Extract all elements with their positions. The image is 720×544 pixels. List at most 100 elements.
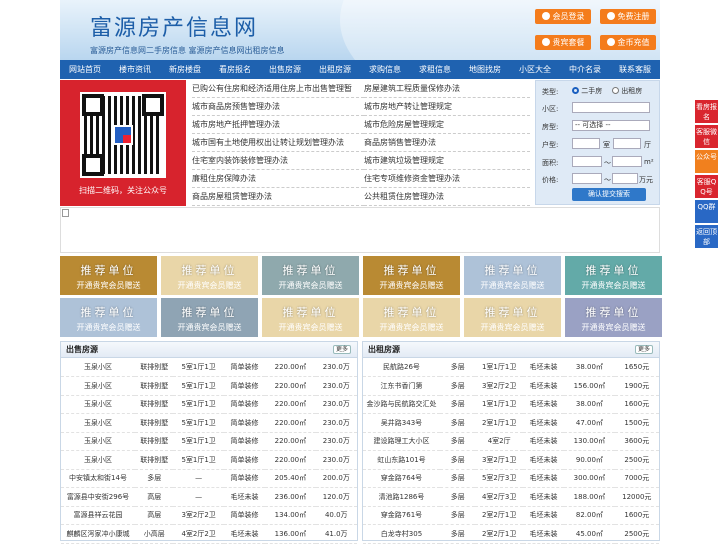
table-row[interactable]: 金沙路与民航路交汇处 多层 1室1厅1卫 毛坯未装 38.00㎡ 1600元 [363,395,659,414]
side-viewing-signup[interactable]: 看房报名 [695,100,718,123]
recommended-unit-ad[interactable]: 推荐单位 开通贵宾会员赠送 [464,298,561,337]
nav-new-homes[interactable]: 新房楼盘 [160,60,210,79]
table-cell[interactable]: 民航路26号 [363,358,440,377]
table-row[interactable]: 江东书香门第 多层 3室2厅2卫 毛坯未装 156.00㎡ 1900元 [363,376,659,396]
recommended-unit-ad[interactable]: 推荐单位 开通贵宾会员赠送 [363,256,460,295]
table-cell[interactable]: 富源县祥云花园 [61,506,135,525]
policy-link[interactable]: 已购公有住房和经济适用住房上市出售管理暂 [192,80,364,98]
recommended-unit-ad[interactable]: 推荐单位 开通贵宾会员赠送 [464,256,561,295]
nav-news[interactable]: 楼市资讯 [110,60,160,79]
table-cell[interactable]: 玉泉小区 [61,450,135,470]
policy-link[interactable]: 城市商品房预售管理办法 [192,98,364,116]
table-row[interactable]: 建设路理工大小区 多层 4室2厅 毛坯未装 130.00㎡ 3600元 [363,432,659,451]
table-cell[interactable]: 白龙寺村305 [363,524,440,544]
recommended-unit-ad[interactable]: 推荐单位 开通贵宾会员赠送 [363,298,460,337]
community-input[interactable] [572,102,650,113]
table-row[interactable]: 虹山东路101号 多层 3室2厅1卫 毛坯未装 90.00㎡ 2500元 [363,450,659,470]
recommended-unit-ad[interactable]: 推荐单位 开通贵宾会员赠送 [565,298,662,337]
table-cell[interactable]: 虹山东路101号 [363,450,440,470]
search-submit-button[interactable]: 确认提交搜索 [572,188,646,201]
table-cell[interactable]: 清池路1286号 [363,487,440,507]
recommended-unit-ad[interactable]: 推荐单位 开通贵宾会员赠送 [60,298,157,337]
recommended-unit-ad[interactable]: 推荐单位 开通贵宾会员赠送 [161,256,258,295]
table-row[interactable]: 玉泉小区 联排别墅 5室1厅1卫 简单装修 220.00㎡ 230.0万 [61,450,357,470]
table-row[interactable]: 民航路26号 多层 1室1厅1卫 毛坯未装 38.00㎡ 1650元 [363,358,659,377]
side-wechat-service[interactable]: 客服微信 [695,125,718,148]
table-row[interactable]: 富源县中安街296号 高层 — 毛坯未装 236.00㎡ 120.0万 [61,487,357,507]
area-max-input[interactable] [612,156,642,167]
nav-for-rent[interactable]: 出租房源 [310,60,360,79]
table-cell[interactable]: 玉泉小区 [61,395,135,414]
recharge-button[interactable]: 金币充值 [600,35,656,50]
room-select[interactable] [572,138,600,149]
nav-want-rent[interactable]: 求租信息 [410,60,460,79]
radio-sale[interactable]: 二手房 [572,86,602,96]
table-cell[interactable]: 玉泉小区 [61,432,135,451]
recommended-unit-ad[interactable]: 推荐单位 开通贵宾会员赠送 [60,256,157,295]
table-row[interactable]: 中安镇太和街14号 多层 — 简单装修 205.40㎡ 200.0万 [61,469,357,488]
policy-link[interactable]: 公共租赁住房管理办法 [364,188,530,206]
table-row[interactable]: 玉泉小区 联排别墅 5室1厅1卫 简单装修 220.00㎡ 230.0万 [61,432,357,451]
nav-viewing-signup[interactable]: 看房报名 [210,60,260,79]
price-max-input[interactable] [612,173,638,184]
recommended-unit-ad[interactable]: 推荐单位 开通贵宾会员赠送 [161,298,258,337]
policy-link[interactable]: 商品房屋租赁管理办法 [192,188,364,206]
table-cell[interactable]: 穿金路761号 [363,506,440,525]
site-title[interactable]: 富源房产信息网 [90,10,258,42]
table-row[interactable]: 清池路1286号 多层 4室2厅3卫 毛坯未装 188.00㎡ 12000元 [363,487,659,507]
policy-link[interactable]: 城市房地产抵押管理办法 [192,116,364,134]
table-row[interactable]: 玉泉小区 联排别墅 5室1厅1卫 简单装修 220.00㎡ 230.0万 [61,376,357,396]
login-button[interactable]: 会员登录 [535,9,591,24]
table-row[interactable]: 玉泉小区 联排别墅 5室1厅1卫 简单装修 220.00㎡ 230.0万 [61,395,357,414]
policy-link[interactable]: 城市国有土地使用权出让转让规划管理办法 [192,134,364,152]
table-cell[interactable]: 金沙路与民航路交汇处 [363,395,440,414]
register-button[interactable]: 免费注册 [600,9,656,24]
policy-link[interactable]: 住宅专项维修资金管理办法 [364,170,530,188]
vip-package-button[interactable]: 贵宾套餐 [535,35,591,50]
radio-rent[interactable]: 出租房 [612,86,642,96]
sale-more-button[interactable]: 更多 [333,345,351,354]
table-cell[interactable]: 玉泉小区 [61,358,135,377]
rent-more-button[interactable]: 更多 [635,345,653,354]
nav-contact[interactable]: 联系客服 [610,60,660,79]
recommended-unit-ad[interactable]: 推荐单位 开通贵宾会员赠送 [565,256,662,295]
policy-link[interactable]: 商品房销售管理办法 [364,134,530,152]
side-qq-service[interactable]: 客服QQ号 [695,175,718,198]
nav-for-sale[interactable]: 出售房源 [260,60,310,79]
table-row[interactable]: 玉泉小区 联排别墅 5室1厅1卫 简单装修 220.00㎡ 230.0万 [61,358,357,377]
table-row[interactable]: 白龙寺村305 多层 2室2厅1卫 毛坯未装 45.00㎡ 2500元 [363,524,659,544]
table-cell[interactable]: 吴井路343号 [363,413,440,433]
nav-home[interactable]: 网站首页 [60,60,110,79]
area-min-input[interactable] [572,156,602,167]
table-cell[interactable]: 建设路理工大小区 [363,432,440,451]
side-official-account[interactable]: 公众号 [695,150,718,173]
nav-agencies[interactable]: 中介名录 [560,60,610,79]
side-qq-group[interactable]: QQ群 [695,200,718,223]
table-row[interactable]: 穿金路764号 多层 5室2厅3卫 毛坯未装 300.00㎡ 7000元 [363,469,659,488]
table-cell[interactable]: 穿金路764号 [363,469,440,488]
table-row[interactable]: 麒麟区泻家冲小康城 小高层 4室2厅2卫 毛坯未装 136.00㎡ 41.0万 [61,524,357,544]
table-row[interactable]: 吴井路343号 多层 2室1厅1卫 毛坯未装 47.00㎡ 1500元 [363,413,659,433]
table-row[interactable]: 富源县祥云花园 高层 3室2厅2卫 简单装修 134.00㎡ 40.0万 [61,506,357,525]
table-row[interactable]: 玉泉小区 联排别墅 5室1厅1卫 简单装修 220.00㎡ 230.0万 [61,413,357,433]
table-cell[interactable]: 江东书香门第 [363,376,440,396]
side-back-to-top[interactable]: 返回顶部 [695,225,718,248]
recommended-unit-ad[interactable]: 推荐单位 开通贵宾会员赠送 [262,298,359,337]
price-min-input[interactable] [572,173,602,184]
policy-link[interactable]: 住宅室内装饰装修管理办法 [192,152,364,170]
nav-map-search[interactable]: 地图找房 [460,60,510,79]
policy-link[interactable]: 房屋建筑工程质量保修办法 [364,80,530,98]
table-cell[interactable]: 玉泉小区 [61,376,135,396]
nav-want-buy[interactable]: 求购信息 [360,60,410,79]
table-cell[interactable]: 中安镇太和街14号 [61,469,135,488]
policy-link[interactable]: 城市危险房屋管理规定 [364,116,530,134]
nav-communities[interactable]: 小区大全 [510,60,560,79]
policy-link[interactable]: 城市建筑垃圾管理规定 [364,152,530,170]
table-cell[interactable]: 麒麟区泻家冲小康城 [61,524,135,544]
policy-link[interactable]: 城市房地产转让管理规定 [364,98,530,116]
house-type-select[interactable]: -- 可选择 -- [572,120,650,131]
recommended-unit-ad[interactable]: 推荐单位 开通贵宾会员赠送 [262,256,359,295]
table-row[interactable]: 穿金路761号 多层 2室2厅1卫 毛坯未装 82.00㎡ 1600元 [363,506,659,525]
table-cell[interactable]: 玉泉小区 [61,413,135,433]
policy-link[interactable]: 廉租住房保障办法 [192,170,364,188]
